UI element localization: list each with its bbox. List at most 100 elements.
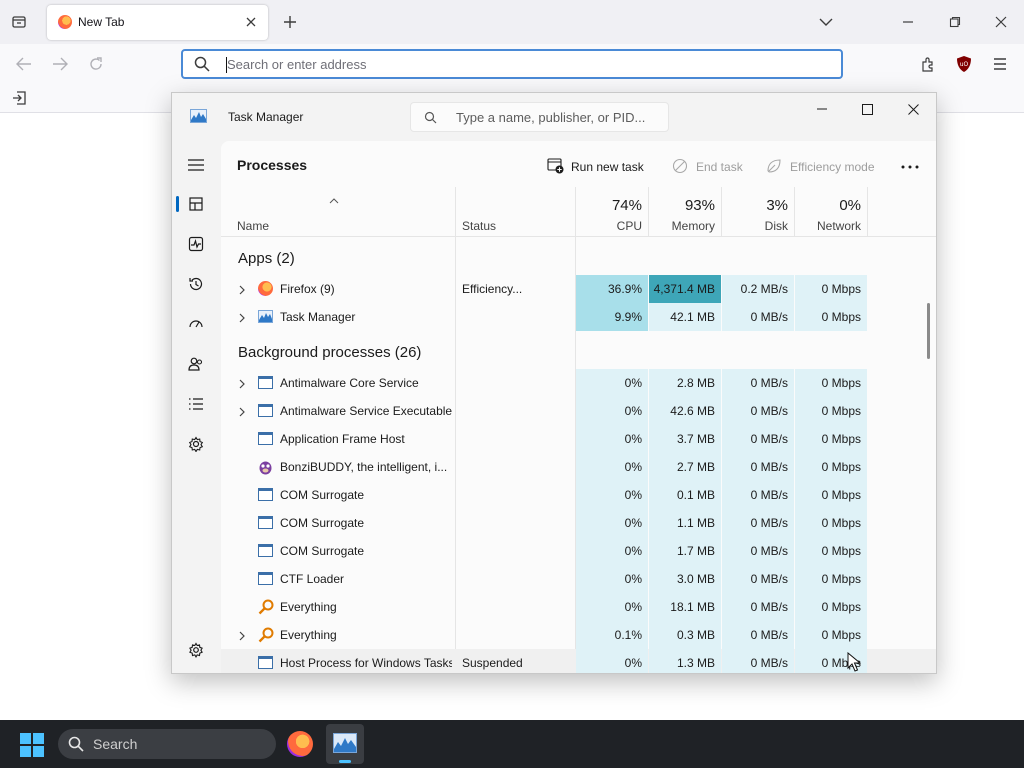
expand-chevron-icon[interactable] — [239, 630, 246, 644]
firefox-taskbar-icon[interactable] — [287, 731, 313, 757]
process-name: Antimalware Core Service — [280, 376, 419, 390]
ublock-shield-icon[interactable]: uO — [953, 53, 975, 75]
table-row[interactable]: Application Frame Host 0% 3.7 MB 0 MB/s … — [221, 425, 936, 453]
close-icon[interactable] — [901, 97, 925, 121]
services-nav-icon[interactable] — [184, 432, 208, 456]
process-name: Everything — [280, 600, 337, 614]
process-cpu: 0% — [576, 565, 648, 593]
column-memory[interactable]: 93% Memory — [649, 187, 721, 237]
expand-chevron-icon[interactable] — [239, 378, 246, 392]
process-network: 0 Mbps — [795, 509, 867, 537]
end-task-label: End task — [696, 160, 743, 174]
table-row[interactable]: Antimalware Service Executable 0% 42.6 M… — [221, 397, 936, 425]
process-disk: 0 MB/s — [722, 369, 794, 397]
processes-nav-icon[interactable] — [184, 192, 208, 216]
column-network[interactable]: 0% Network — [795, 187, 867, 237]
hamburger-menu-icon[interactable] — [184, 153, 208, 177]
table-row[interactable]: BonziBUDDY, the intelligent, i... 0% 2.7… — [221, 453, 936, 481]
vertical-scrollbar[interactable] — [927, 303, 930, 359]
process-memory: 42.6 MB — [649, 397, 721, 425]
process-disk: 0 MB/s — [722, 649, 794, 673]
service-app-icon — [258, 516, 273, 529]
process-cpu: 0% — [576, 509, 648, 537]
end-task-icon — [672, 158, 688, 177]
expand-chevron-icon[interactable] — [239, 406, 246, 420]
process-name: Antimalware Service Executable — [280, 404, 452, 418]
process-memory: 2.7 MB — [649, 453, 721, 481]
process-name: CTF Loader — [280, 572, 345, 586]
minimize-icon[interactable] — [810, 97, 834, 121]
table-row[interactable]: COM Surrogate 0% 1.7 MB 0 MB/s 0 Mbps — [221, 537, 936, 565]
details-nav-icon[interactable] — [184, 392, 208, 416]
column-status[interactable]: Status — [462, 219, 496, 233]
table-row[interactable]: Antimalware Core Service 0% 2.8 MB 0 MB/… — [221, 369, 936, 397]
process-status — [462, 481, 572, 509]
expand-chevron-icon[interactable] — [239, 284, 246, 298]
process-search-box[interactable]: Type a name, publisher, or PID... — [410, 102, 669, 132]
table-row[interactable]: Everything 0% 18.1 MB 0 MB/s 0 Mbps — [221, 593, 936, 621]
restore-icon[interactable] — [944, 11, 966, 33]
app-history-nav-icon[interactable] — [184, 272, 208, 296]
process-name: Application Frame Host — [280, 432, 405, 446]
search-label: Search — [93, 736, 138, 752]
table-row[interactable]: Host Process for Windows Tasks Suspended… — [221, 649, 936, 673]
taskbar-search-box[interactable]: Search — [58, 729, 276, 759]
process-cpu: 0.1% — [576, 621, 648, 649]
process-status — [462, 425, 572, 453]
table-row[interactable]: COM Surrogate 0% 1.1 MB 0 MB/s 0 Mbps — [221, 509, 936, 537]
back-icon[interactable] — [13, 53, 35, 75]
process-network: 0 Mbps — [795, 481, 867, 509]
startup-apps-nav-icon[interactable] — [184, 312, 208, 336]
close-tab-icon[interactable] — [241, 12, 261, 32]
table-row[interactable]: Firefox (9) Efficiency... 36.9% 4,371.4 … — [221, 275, 936, 303]
address-bar[interactable]: Search or enter address — [181, 49, 843, 79]
sign-in-icon[interactable] — [9, 88, 29, 108]
search-placeholder: Type a name, publisher, or PID... — [456, 110, 646, 125]
process-name: Everything — [280, 628, 337, 642]
process-network: 0 Mbps — [795, 621, 867, 649]
run-task-icon — [547, 158, 564, 177]
users-nav-icon[interactable] — [184, 352, 208, 376]
more-options-icon[interactable] — [899, 155, 921, 179]
tab-list-icon[interactable] — [8, 11, 30, 33]
expand-chevron-icon[interactable] — [239, 312, 246, 326]
app-menu-icon[interactable] — [989, 53, 1011, 75]
browser-tab[interactable]: New Tab — [47, 5, 268, 40]
new-tab-icon[interactable] — [279, 11, 301, 33]
maximize-icon[interactable] — [855, 97, 879, 121]
everything-search-icon — [258, 627, 274, 643]
column-name[interactable]: Name — [237, 219, 269, 233]
end-task-button[interactable]: End task — [671, 155, 746, 179]
process-name: COM Surrogate — [280, 516, 365, 530]
table-row[interactable]: Everything 0.1% 0.3 MB 0 MB/s 0 Mbps — [221, 621, 936, 649]
service-app-icon — [258, 572, 273, 585]
run-new-task-button[interactable]: Run new task — [545, 155, 650, 179]
list-all-tabs-icon[interactable] — [815, 11, 837, 33]
settings-gear-icon[interactable] — [184, 638, 208, 662]
process-disk: 0.2 MB/s — [722, 275, 794, 303]
reload-icon[interactable] — [85, 53, 107, 75]
extensions-icon[interactable] — [917, 53, 939, 75]
table-row[interactable]: Task Manager 9.9% 42.1 MB 0 MB/s 0 Mbps — [221, 303, 936, 331]
process-cpu: 0% — [576, 425, 648, 453]
taskmgr-taskbar-button[interactable] — [326, 724, 364, 764]
performance-nav-icon[interactable] — [184, 232, 208, 256]
table-row[interactable]: CTF Loader 0% 3.0 MB 0 MB/s 0 Mbps — [221, 565, 936, 593]
close-window-icon[interactable] — [990, 11, 1012, 33]
forward-icon[interactable] — [49, 53, 71, 75]
column-cpu[interactable]: 74% CPU — [576, 187, 648, 237]
process-name: Task Manager — [280, 310, 356, 324]
process-memory: 3.7 MB — [649, 425, 721, 453]
page-title: Processes — [237, 157, 308, 173]
network-total: 0% — [839, 197, 861, 214]
start-windows-icon[interactable] — [20, 733, 44, 757]
processes-page: Processes Run new task End task Efficien… — [221, 141, 936, 673]
bonzibuddy-icon — [258, 459, 273, 475]
process-disk: 0 MB/s — [722, 565, 794, 593]
table-row[interactable]: COM Surrogate 0% 0.1 MB 0 MB/s 0 Mbps — [221, 481, 936, 509]
column-disk[interactable]: 3% Disk — [722, 187, 794, 237]
minimize-icon[interactable] — [897, 11, 919, 33]
process-network: 0 Mbps — [795, 397, 867, 425]
firefox-icon — [258, 281, 273, 296]
efficiency-mode-button[interactable]: Efficiency mode — [765, 155, 880, 179]
